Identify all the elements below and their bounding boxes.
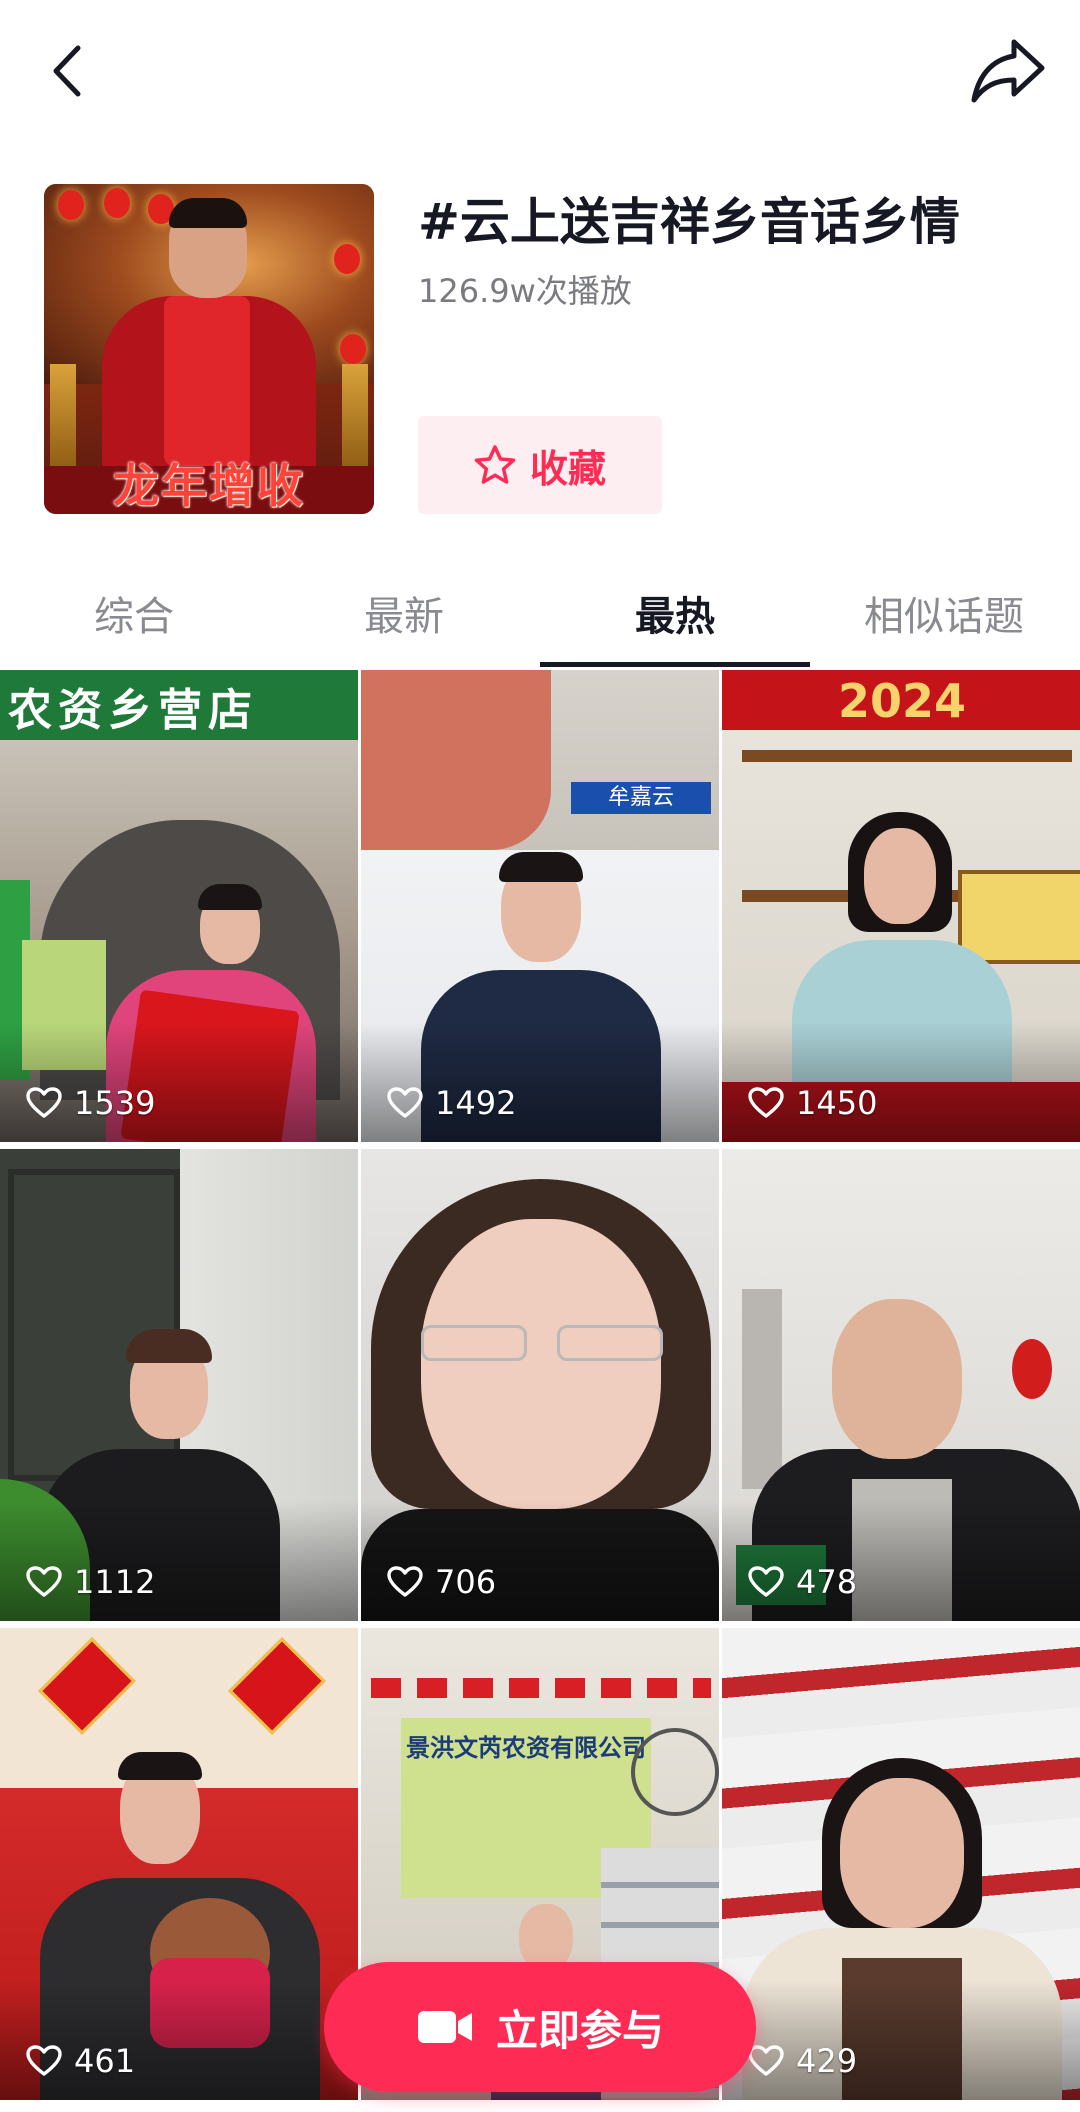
like-count: 1539 xyxy=(74,1084,156,1122)
tab-hottest[interactable]: 最热 xyxy=(625,584,725,642)
video-card[interactable]: 牟嘉云 1492 xyxy=(361,670,719,1142)
share-arrow-icon xyxy=(971,39,1045,103)
video-overlay-text: 农资乡营店 xyxy=(8,685,258,736)
topic-cover-image: 龙年增收 xyxy=(44,184,374,514)
tab-bar: 综合 最新 最热 相似话题 xyxy=(0,560,1080,670)
join-now-label: 立即参与 xyxy=(495,2005,664,2055)
heart-outline-icon xyxy=(387,1566,423,1597)
video-overlay-text: 2024 xyxy=(837,674,967,728)
video-card[interactable]: 农资乡营店 1539 xyxy=(0,670,358,1142)
tab-comprehensive[interactable]: 综合 xyxy=(84,584,184,642)
heart-outline-icon xyxy=(387,1087,423,1118)
like-count: 706 xyxy=(435,1563,497,1601)
active-tab-indicator xyxy=(540,662,810,667)
like-count: 478 xyxy=(796,1563,858,1601)
heart-outline-icon xyxy=(748,1087,784,1118)
like-count: 1492 xyxy=(435,1084,517,1122)
play-count: 126.9w次播放 xyxy=(418,272,632,310)
like-count: 461 xyxy=(74,2042,136,2080)
video-overlay-text: 景洪文芮农资有限公司 xyxy=(406,1734,646,1762)
video-grid: 农资乡营店 1539 牟嘉云 1492 2024 1450 1112 706 4… xyxy=(0,670,1080,2112)
heart-outline-icon xyxy=(26,1087,62,1118)
tab-latest[interactable]: 最新 xyxy=(354,584,454,642)
chevron-left-icon xyxy=(53,45,81,97)
video-card[interactable]: 429 xyxy=(722,1628,1080,2100)
join-now-button[interactable]: 立即参与 xyxy=(324,1962,756,2092)
heart-outline-icon xyxy=(26,2045,62,2076)
cover-caption: 龙年增收 xyxy=(113,459,305,513)
video-card[interactable]: 461 xyxy=(0,1628,358,2100)
heart-outline-icon xyxy=(26,1566,62,1597)
topic-title: #云上送吉祥乡音话乡情 xyxy=(418,193,960,251)
video-camera-icon xyxy=(417,2011,472,2043)
back-button[interactable] xyxy=(36,36,106,106)
video-card[interactable]: 706 xyxy=(361,1149,719,1621)
like-count: 1112 xyxy=(74,1563,156,1601)
like-count: 1450 xyxy=(796,1084,878,1122)
video-overlay-text: 牟嘉云 xyxy=(571,782,711,814)
top-bar xyxy=(0,0,1080,150)
favorite-button[interactable]: 收藏 xyxy=(418,416,662,514)
video-card[interactable]: 478 xyxy=(722,1149,1080,1621)
heart-outline-icon xyxy=(748,2045,784,2076)
tab-similar-topics[interactable]: 相似话题 xyxy=(856,584,1032,642)
favorite-label: 收藏 xyxy=(529,446,606,491)
like-count: 429 xyxy=(796,2042,858,2080)
star-outline-icon xyxy=(474,445,516,484)
video-card[interactable]: 2024 1450 xyxy=(722,670,1080,1142)
heart-outline-icon xyxy=(748,1566,784,1597)
share-button[interactable] xyxy=(968,34,1048,108)
video-card[interactable]: 1112 xyxy=(0,1149,358,1621)
